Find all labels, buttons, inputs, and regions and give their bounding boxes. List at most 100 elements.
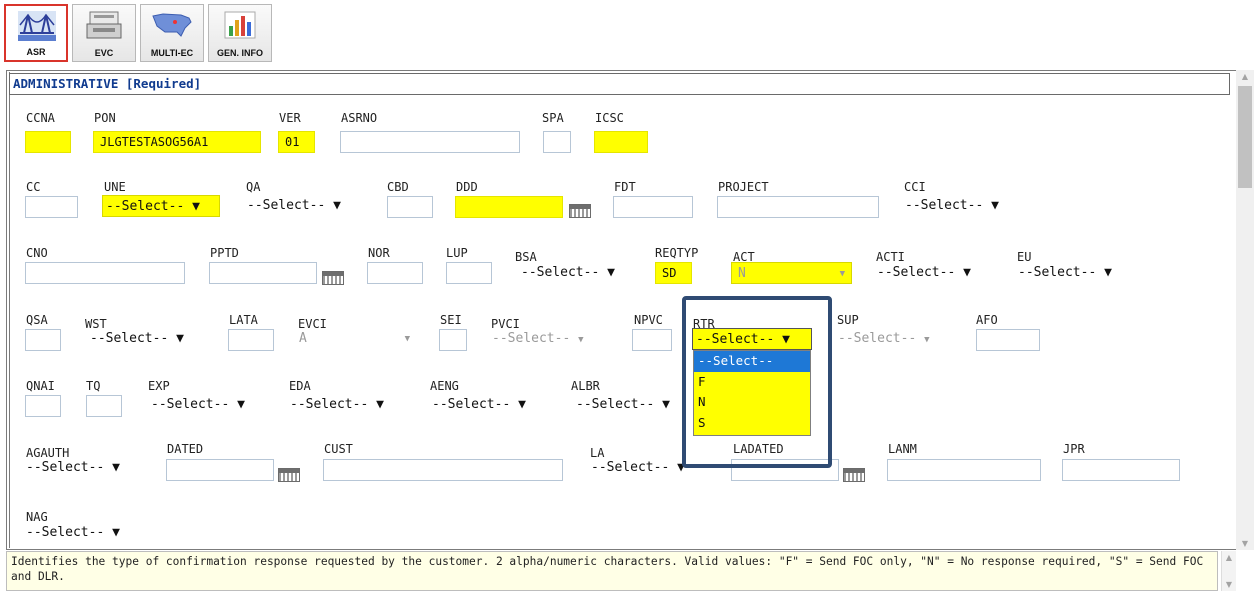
- calendar-icon[interactable]: [843, 468, 865, 482]
- exp-select[interactable]: --Select-- ▼: [148, 394, 266, 416]
- multi-ec-button[interactable]: MULTI-EC: [140, 4, 204, 62]
- act-value: N: [738, 266, 746, 281]
- afo-field[interactable]: [976, 329, 1040, 351]
- help-scrollbar[interactable]: ▲ ▼: [1221, 551, 1236, 591]
- jpr-label: JPR: [1063, 442, 1085, 456]
- aeng-label: AENG: [430, 379, 459, 393]
- dated-label: DATED: [167, 442, 204, 456]
- pptd-field[interactable]: [209, 262, 317, 284]
- wst-select[interactable]: --Select-- ▼: [87, 328, 205, 350]
- fdt-field[interactable]: [613, 196, 693, 218]
- icsc-field[interactable]: [594, 131, 648, 153]
- qa-label: QA: [246, 180, 261, 194]
- evci-select[interactable]: A ▼: [296, 328, 414, 350]
- chevron-down-icon: ▼: [237, 397, 245, 412]
- agauth-value: --Select--: [26, 460, 105, 475]
- eu-select[interactable]: --Select-- ▼: [1015, 262, 1133, 284]
- qa-value: --Select--: [247, 198, 326, 213]
- lata-field[interactable]: [228, 329, 274, 351]
- lanm-field[interactable]: [887, 459, 1041, 481]
- nag-value: --Select--: [26, 525, 105, 540]
- sei-label: SEI: [440, 313, 462, 327]
- reqtyp-label: REQTYP: [655, 246, 699, 260]
- cbd-label: CBD: [387, 180, 409, 194]
- ddd-label: DDD: [456, 180, 478, 194]
- cno-label: CNO: [26, 246, 48, 260]
- dated-field[interactable]: [166, 459, 274, 481]
- us-map-icon: [152, 13, 192, 37]
- scroll-up-icon[interactable]: ▲: [1236, 72, 1254, 81]
- albr-select[interactable]: --Select-- ▼: [573, 394, 683, 416]
- cci-label: CCI: [904, 180, 926, 194]
- gen-info-button[interactable]: GEN. INFO: [208, 4, 272, 62]
- jpr-field[interactable]: [1062, 459, 1180, 481]
- aeng-select[interactable]: --Select-- ▼: [429, 394, 547, 416]
- cci-select[interactable]: --Select-- ▼: [902, 195, 1020, 217]
- gen-info-label: GEN. INFO: [216, 48, 263, 58]
- fax-machine-icon: [86, 11, 122, 39]
- albr-label: ALBR: [571, 379, 600, 393]
- afo-label: AFO: [976, 313, 998, 327]
- ver-field[interactable]: 01: [278, 131, 315, 153]
- cbd-field[interactable]: [387, 196, 433, 218]
- project-label: PROJECT: [718, 180, 769, 194]
- eda-select[interactable]: --Select-- ▼: [287, 394, 405, 416]
- une-select[interactable]: --Select-- ▼: [102, 195, 220, 217]
- acti-select[interactable]: --Select-- ▼: [874, 262, 992, 284]
- section-title: ADMINISTRATIVE [Required]: [9, 73, 1230, 95]
- scroll-down-icon[interactable]: ▼: [1236, 539, 1254, 548]
- qa-select[interactable]: --Select-- ▼: [244, 195, 362, 217]
- nag-select[interactable]: --Select-- ▼: [23, 522, 141, 544]
- ddd-field[interactable]: [455, 196, 563, 218]
- asrno-label: ASRNO: [341, 111, 378, 125]
- la-select[interactable]: --Select-- ▼: [588, 457, 688, 479]
- scrollbar-thumb[interactable]: [1238, 86, 1252, 188]
- pvci-select[interactable]: --Select-- ▼: [489, 328, 607, 350]
- reqtyp-field[interactable]: SD: [655, 262, 692, 284]
- project-field[interactable]: [717, 196, 879, 218]
- cust-field[interactable]: [323, 459, 563, 481]
- chevron-down-icon: ▼: [578, 335, 584, 345]
- nor-field[interactable]: [367, 262, 423, 284]
- cc-label: CC: [26, 180, 41, 194]
- qsa-field[interactable]: [25, 329, 61, 351]
- asr-label: ASR: [26, 47, 46, 57]
- chevron-down-icon: ▼: [112, 460, 120, 475]
- pon-field[interactable]: JLGTESTASOG56A1: [93, 131, 261, 153]
- evc-button[interactable]: EVC: [72, 4, 136, 62]
- cc-field[interactable]: [25, 196, 78, 218]
- sup-label: SUP: [837, 313, 859, 327]
- bsa-select[interactable]: --Select-- ▼: [518, 262, 636, 284]
- scroll-down-icon[interactable]: ▼: [1222, 580, 1236, 589]
- chevron-down-icon: ▼: [963, 265, 971, 280]
- lup-field[interactable]: [446, 262, 492, 284]
- pptd-label: PPTD: [210, 246, 239, 260]
- nor-label: NOR: [368, 246, 390, 260]
- chevron-down-icon: ▼: [991, 198, 999, 213]
- icsc-label: ICSC: [595, 111, 624, 125]
- asr-button[interactable]: ASR: [4, 4, 68, 62]
- calendar-icon[interactable]: [278, 468, 300, 482]
- tq-field[interactable]: [86, 395, 122, 417]
- tq-label: TQ: [86, 379, 101, 393]
- act-select[interactable]: N ▼: [731, 262, 852, 284]
- la-value: --Select--: [591, 460, 670, 475]
- qsa-label: QSA: [26, 313, 48, 327]
- sup-select[interactable]: --Select-- ▼: [835, 328, 953, 350]
- chevron-down-icon: ▼: [839, 269, 845, 279]
- ccna-field[interactable]: [25, 131, 71, 153]
- qnai-field[interactable]: [25, 395, 61, 417]
- scroll-up-icon[interactable]: ▲: [1222, 553, 1236, 562]
- eu-value: --Select--: [1018, 265, 1097, 280]
- sei-field[interactable]: [439, 329, 467, 351]
- fdt-label: FDT: [614, 180, 636, 194]
- asrno-field[interactable]: [340, 131, 520, 153]
- spa-field[interactable]: [543, 131, 571, 153]
- calendar-icon[interactable]: [569, 204, 591, 218]
- bridge-icon: [18, 11, 56, 41]
- cno-field[interactable]: [25, 262, 185, 284]
- evci-value: A: [299, 331, 307, 346]
- calendar-icon[interactable]: [322, 271, 344, 285]
- agauth-select[interactable]: --Select-- ▼: [23, 457, 141, 479]
- npvc-field[interactable]: [632, 329, 672, 351]
